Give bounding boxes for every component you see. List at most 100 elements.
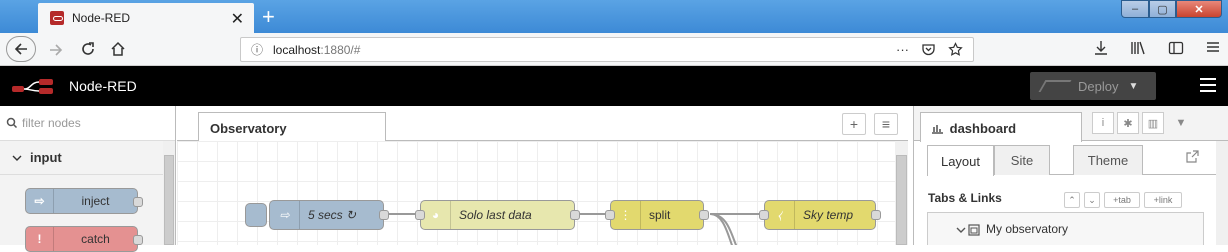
url-path: :1880/# — [320, 42, 361, 57]
url-bar[interactable]: ⓘ localhost:1880/# ··· — [240, 37, 974, 62]
node-red-logo-icon — [12, 79, 53, 94]
reload-button[interactable] — [80, 41, 96, 62]
flow-node-inject[interactable]: ⇨ 5 secs ↻ — [269, 200, 389, 230]
add-link-button[interactable]: +link — [1144, 192, 1182, 208]
catch-exclamation-icon: ! — [26, 227, 54, 251]
palette-category-input[interactable]: input — [0, 141, 175, 175]
flow-node-label: 5 secs ↻ — [308, 208, 357, 222]
bookmark-star-icon[interactable] — [948, 42, 963, 57]
flow-node-function[interactable]: ◕ Solo last data — [415, 200, 580, 230]
search-icon — [6, 117, 18, 129]
tab-page-icon — [968, 224, 980, 236]
chevron-down-icon[interactable] — [956, 226, 966, 234]
sidebar: dashboard i ✱ ▥ ▼ Layout Site Theme Tabs… — [913, 106, 1228, 245]
change-icon: ⧼ — [765, 201, 795, 229]
main-menu-button[interactable] — [1200, 78, 1216, 96]
palette-node-label: catch — [81, 232, 110, 246]
page-actions-button[interactable]: ··· — [896, 42, 909, 57]
debug-icon[interactable]: ✱ — [1117, 112, 1139, 134]
tab-close-icon[interactable]: ✕ — [231, 9, 244, 29]
tab-layout[interactable]: Layout — [927, 145, 994, 176]
node-palette: filter nodes input ⇨ inject ! catch — [0, 106, 176, 252]
category-label: input — [30, 150, 62, 165]
dashboard-icon[interactable]: ▥ — [1142, 112, 1164, 134]
tabs-links-list: My observatory — [927, 212, 1204, 245]
flow-node-label: split — [649, 208, 671, 222]
sidebar-tabs: dashboard i ✱ ▥ ▼ — [914, 106, 1228, 142]
sidebar-icon[interactable] — [1168, 40, 1184, 56]
inject-button[interactable] — [245, 203, 267, 227]
bar-chart-icon — [932, 125, 943, 134]
output-port[interactable] — [871, 210, 881, 220]
browser-title-bar: Node-RED ✕ + – ▢ ✕ — [0, 0, 1228, 33]
node-red-favicon-icon — [50, 11, 64, 25]
chevron-down-icon[interactable]: ▼ — [1170, 112, 1192, 134]
deploy-label: Deploy — [1078, 78, 1119, 94]
library-icon[interactable] — [1130, 40, 1146, 56]
palette-scrollbar[interactable] — [163, 141, 175, 245]
flow-node-split[interactable]: ⋮ split — [605, 200, 709, 230]
list-flows-button[interactable]: ≡ — [874, 113, 898, 135]
tab-item-label[interactable]: My observatory — [986, 222, 1068, 236]
input-port[interactable] — [605, 210, 615, 220]
window-controls: – ▢ ✕ — [1121, 0, 1222, 18]
flow-node-label: Sky temp — [803, 208, 854, 222]
add-flow-button[interactable]: + — [842, 113, 866, 135]
browser-toolbar — [1094, 40, 1220, 56]
chevron-down-icon[interactable]: ▼ — [1128, 81, 1138, 92]
input-port[interactable] — [415, 210, 425, 220]
new-tab-button[interactable]: + — [262, 4, 275, 30]
input-port[interactable] — [759, 210, 769, 220]
split-icon: ⋮ — [611, 201, 641, 229]
external-link-icon[interactable] — [1185, 150, 1199, 164]
add-tab-button[interactable]: +tab — [1104, 192, 1140, 208]
pocket-icon[interactable] — [921, 42, 936, 57]
download-icon[interactable] — [1094, 40, 1108, 56]
browser-tab[interactable]: Node-RED ✕ — [38, 3, 254, 33]
expand-all-button[interactable]: ⌄ — [1084, 192, 1100, 208]
deploy-icon — [1038, 80, 1072, 92]
flow-node-change[interactable]: ⧼ Sky temp — [759, 200, 881, 230]
back-button[interactable] — [6, 36, 36, 62]
tab-site[interactable]: Site — [994, 145, 1050, 175]
url-host: localhost — [273, 42, 321, 57]
deploy-button[interactable]: Deploy ▼ — [1030, 72, 1156, 100]
sidebar-scrollbar[interactable] — [1216, 141, 1228, 245]
node-red-header: Node-RED Deploy ▼ — [0, 66, 1228, 106]
flow-node-label: Solo last data — [459, 208, 532, 222]
output-port[interactable] — [379, 210, 389, 220]
chevron-down-icon — [12, 155, 22, 161]
palette-node-inject[interactable]: ⇨ inject — [25, 188, 143, 214]
forward-button[interactable] — [48, 42, 64, 62]
tab-theme[interactable]: Theme — [1073, 145, 1143, 175]
tab-dashboard[interactable]: dashboard — [920, 112, 1082, 142]
url-actions: ··· — [896, 42, 963, 57]
home-icon — [111, 41, 125, 56]
home-button[interactable] — [110, 41, 126, 62]
tab-observatory[interactable]: Observatory — [198, 112, 386, 142]
filter-nodes-input[interactable]: filter nodes — [0, 106, 175, 141]
close-window-button[interactable]: ✕ — [1176, 0, 1222, 18]
inject-arrow-icon: ⇨ — [26, 189, 54, 213]
arrow-right-icon — [50, 44, 63, 56]
info-icon[interactable]: i — [1092, 112, 1114, 134]
output-port[interactable] — [133, 197, 143, 207]
output-port[interactable] — [699, 210, 709, 220]
node-red-logo: Node-RED — [11, 77, 137, 95]
menu-icon[interactable] — [1206, 40, 1220, 54]
collapse-all-button[interactable]: ⌃ — [1064, 192, 1080, 208]
globe-icon: ◕ — [421, 201, 451, 229]
workspace-scrollbar[interactable] — [895, 141, 908, 245]
sidebar-tab-label: dashboard — [949, 121, 1017, 136]
reload-icon — [82, 42, 94, 55]
filter-placeholder: filter nodes — [22, 116, 81, 130]
output-port[interactable] — [570, 210, 580, 220]
output-port[interactable] — [133, 235, 143, 245]
maximize-button[interactable]: ▢ — [1149, 0, 1176, 18]
palette-node-label: inject — [81, 194, 110, 208]
palette-node-catch[interactable]: ! catch — [25, 226, 143, 252]
tab-title: Node-RED — [72, 11, 131, 25]
minimize-button[interactable]: – — [1121, 0, 1149, 18]
site-info-icon[interactable]: ⓘ — [251, 41, 263, 58]
tabs-links-heading: Tabs & Links — [928, 191, 1002, 205]
